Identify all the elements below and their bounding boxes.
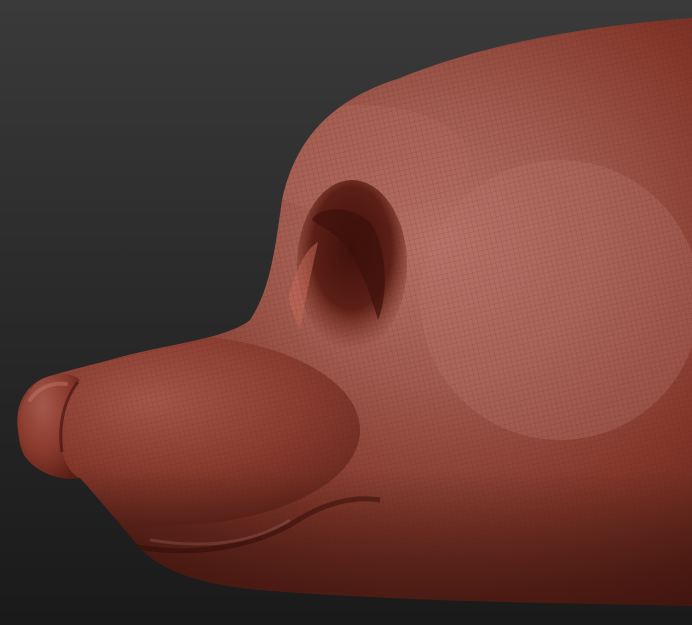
- viewport-canvas[interactable]: [0, 0, 692, 625]
- sculpt-render: [0, 0, 692, 625]
